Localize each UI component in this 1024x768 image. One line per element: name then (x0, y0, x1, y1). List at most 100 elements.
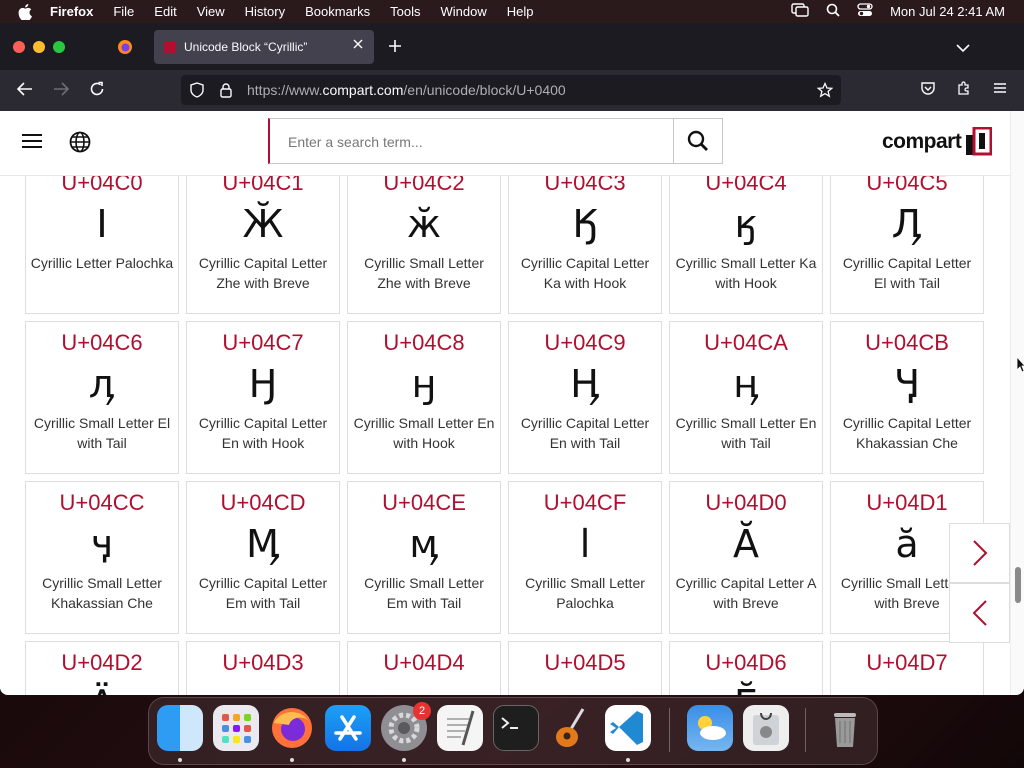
menu-window[interactable]: Window (441, 4, 487, 19)
close-tab-icon[interactable] (352, 38, 364, 53)
logo-text: compart (882, 130, 962, 153)
pocket-icon[interactable] (920, 80, 936, 101)
character-code[interactable]: U+04C8 (348, 330, 500, 356)
url-text: https://www.compart.com/en/unicode/block… (247, 82, 566, 98)
shield-icon[interactable] (189, 82, 205, 98)
close-window-button[interactable] (13, 41, 25, 53)
character-card[interactable]: U+04D7 (830, 641, 984, 695)
garageband-icon[interactable] (549, 705, 595, 751)
language-globe-icon[interactable] (69, 131, 91, 158)
character-code[interactable]: U+04C6 (26, 330, 178, 356)
hamburger-menu-icon[interactable] (22, 133, 42, 154)
character-name: Cyrillic Small Letter En with Tail (675, 415, 817, 451)
character-card[interactable]: U+04C1 Ӂ Cyrillic Capital Letter Zhe with … (186, 161, 340, 314)
character-card[interactable]: U+04C9 Ӊ Cyrillic Capital Letter En with T… (508, 321, 662, 474)
character-card[interactable]: U+04C3 Ӄ Cyrillic Capital Letter Ka with H… (508, 161, 662, 314)
character-code[interactable]: U+04D3 (187, 650, 339, 676)
character-card[interactable]: U+04C4 ӄ Cyrillic Small Letter Ka with Hoo… (669, 161, 823, 314)
search-input[interactable] (286, 119, 670, 165)
menu-view[interactable]: View (197, 4, 225, 19)
menu-tools[interactable]: Tools (390, 4, 420, 19)
minimize-window-button[interactable] (33, 41, 45, 53)
firefox-view-icon[interactable] (117, 39, 133, 60)
running-indicator (290, 758, 294, 762)
menu-edit[interactable]: Edit (154, 4, 176, 19)
compart-logo[interactable]: compart (882, 126, 993, 157)
character-code[interactable]: U+04D2 (26, 650, 178, 676)
character-card[interactable]: U+04CB Ӌ Cyrillic Capital Letter Khakassia… (830, 321, 984, 474)
tab-unicode-cyrillic[interactable]: Unicode Block “Cyrillic” (154, 30, 374, 64)
character-code[interactable]: U+04C7 (187, 330, 339, 356)
textedit-icon[interactable] (437, 705, 483, 751)
back-arrow-icon[interactable] (16, 80, 34, 103)
character-code[interactable]: U+04D1 (831, 490, 983, 516)
screen-mirroring-icon[interactable] (791, 3, 809, 20)
bookmark-star-icon[interactable] (816, 81, 834, 101)
apple-icon[interactable] (18, 3, 32, 20)
menubar-clock[interactable]: Mon Jul 24 2:41 AM (890, 4, 1005, 19)
lock-icon[interactable] (219, 82, 233, 98)
character-card[interactable]: U+04C0 Ӏ Cyrillic Letter Palochka (25, 161, 179, 314)
firefox-icon[interactable] (269, 705, 315, 751)
character-card[interactable]: U+04C2 ӂ Cyrillic Small Letter Zhe with Br… (347, 161, 501, 314)
scrollbar-thumb[interactable] (1015, 567, 1021, 603)
character-card[interactable]: U+04C6 ӆ Cyrillic Small Letter El with Tai… (25, 321, 179, 474)
character-card[interactable]: U+04CF ӏ Cyrillic Small Letter Palochka (508, 481, 662, 634)
character-code[interactable]: U+04CA (670, 330, 822, 356)
character-card[interactable]: U+04D3 (186, 641, 340, 695)
extensions-icon[interactable] (956, 80, 972, 101)
menu-file[interactable]: File (113, 4, 134, 19)
character-card[interactable]: U+04CD Ӎ Cyrillic Capital Letter Em with T… (186, 481, 340, 634)
character-card[interactable]: U+04D5 (508, 641, 662, 695)
character-code[interactable]: U+04CD (187, 490, 339, 516)
character-code[interactable]: U+04D6 (670, 650, 822, 676)
character-code[interactable]: U+04D7 (831, 650, 983, 676)
character-code[interactable]: U+04CB (831, 330, 983, 356)
app-store-icon[interactable] (325, 705, 371, 751)
character-code[interactable]: U+04D0 (670, 490, 822, 516)
character-code[interactable]: U+04D4 (348, 650, 500, 676)
character-code[interactable]: U+04CF (509, 490, 661, 516)
disk-utility-icon[interactable] (743, 705, 789, 751)
vscode-icon[interactable] (605, 705, 651, 751)
character-card[interactable]: U+04CA ӊ Cyrillic Small Letter En with Tai… (669, 321, 823, 474)
character-code[interactable]: U+04CE (348, 490, 500, 516)
app-menu-hamburger-icon[interactable] (992, 80, 1008, 101)
new-tab-icon[interactable] (388, 39, 402, 58)
character-card[interactable]: U+04D4 (347, 641, 501, 695)
forward-arrow-icon[interactable] (52, 80, 70, 103)
page-scrollbar[interactable] (1010, 111, 1024, 695)
search-button[interactable] (673, 119, 722, 163)
previous-page-button[interactable] (949, 583, 1010, 643)
launchpad-icon[interactable] (213, 705, 259, 751)
trash-icon[interactable] (822, 705, 868, 751)
zoom-window-button[interactable] (53, 41, 65, 53)
character-code[interactable]: U+04CC (26, 490, 178, 516)
url-bar[interactable]: https://www.compart.com/en/unicode/block… (181, 75, 841, 105)
spotlight-search-icon[interactable] (826, 3, 840, 20)
menu-history[interactable]: History (245, 4, 285, 19)
reload-icon[interactable] (88, 80, 106, 103)
character-glyph: Ӎ (246, 522, 280, 566)
url-domain: compart.com (322, 82, 404, 98)
character-card[interactable]: U+04C7 Ӈ Cyrillic Capital Letter En with H… (186, 321, 340, 474)
character-card[interactable]: U+04CE ӎ Cyrillic Small Letter Em with Tai… (347, 481, 501, 634)
character-card[interactable]: U+04D6 Ӗ (669, 641, 823, 695)
character-code[interactable]: U+04C9 (509, 330, 661, 356)
character-code[interactable]: U+04D5 (509, 650, 661, 676)
character-card[interactable]: U+04D2 Ӓ (25, 641, 179, 695)
menu-help[interactable]: Help (507, 4, 534, 19)
control-center-icon[interactable] (857, 3, 873, 20)
character-card[interactable]: U+04D0 Ӑ Cyrillic Capital Letter A with Br… (669, 481, 823, 634)
next-page-button[interactable] (949, 523, 1010, 583)
character-card[interactable]: U+04C5 Ӆ Cyrillic Capital Letter El with T… (830, 161, 984, 314)
menu-bookmarks[interactable]: Bookmarks (305, 4, 370, 19)
character-card[interactable]: U+04CC ӌ Cyrillic Small Letter Khakassian … (25, 481, 179, 634)
list-all-tabs-icon[interactable] (956, 40, 970, 58)
finder-icon[interactable] (157, 705, 203, 751)
terminal-icon[interactable] (493, 705, 539, 751)
character-card[interactable]: U+04C8 ӈ Cyrillic Small Letter En with Hoo… (347, 321, 501, 474)
weather-icon[interactable] (687, 705, 733, 751)
app-menu-firefox[interactable]: Firefox (50, 4, 93, 19)
character-glyph: Ӑ (733, 522, 759, 566)
